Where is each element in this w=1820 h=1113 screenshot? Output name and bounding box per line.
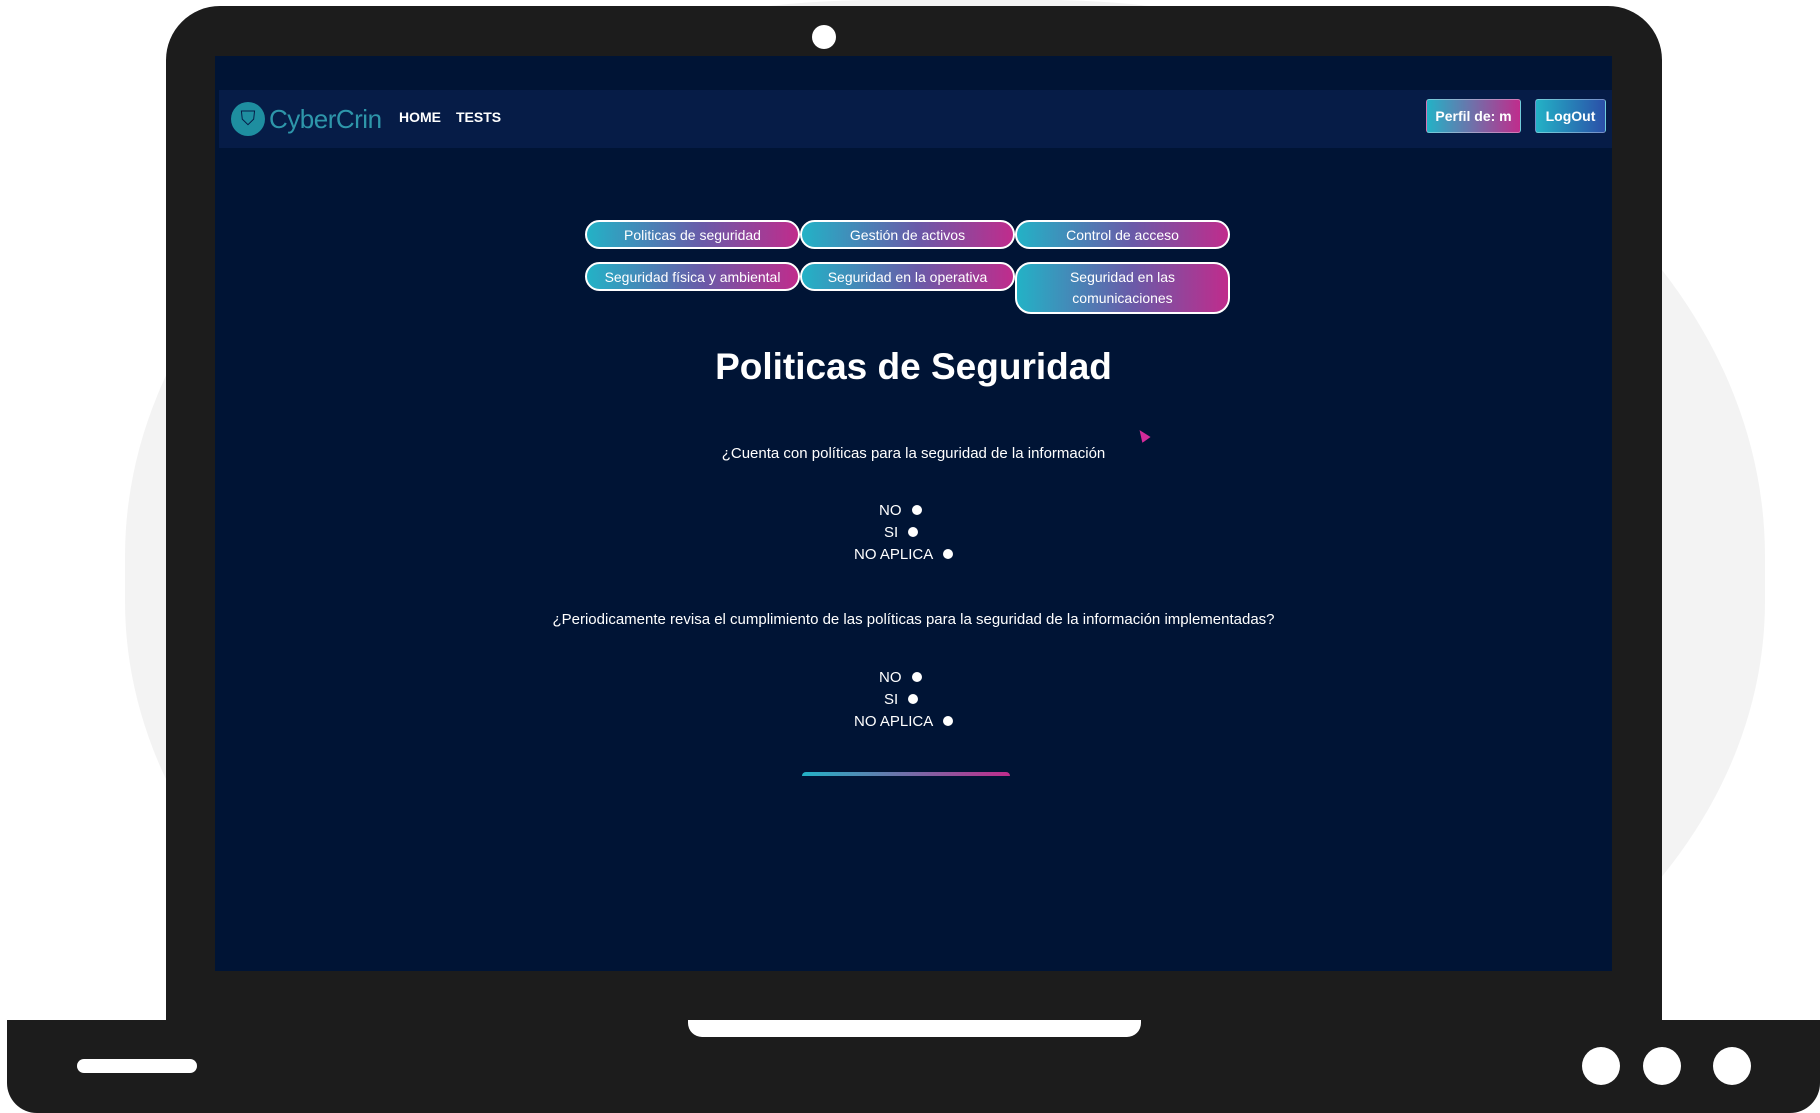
- app-screen: ⛉ CyberCrin HOME TESTS Perfil de: m LogO…: [215, 56, 1612, 971]
- laptop-slot: [77, 1059, 197, 1073]
- question-text: ¿Periodicamente revisa el cumplimiento d…: [552, 611, 1275, 628]
- radio-option[interactable]: NO: [879, 667, 922, 687]
- logo-shield-icon: ⛉: [231, 102, 265, 136]
- radio-option-label: NO: [879, 501, 902, 519]
- radio-dot-icon[interactable]: [908, 527, 919, 537]
- tab-control-de-acceso[interactable]: Control de acceso: [1015, 220, 1230, 249]
- logo[interactable]: ⛉ CyberCrin: [231, 100, 382, 138]
- tab-seguridad-fisica-y-ambiental[interactable]: Seguridad física y ambiental: [585, 262, 800, 291]
- radio-option-label: NO APLICA: [854, 712, 934, 730]
- navbar: ⛉ CyberCrin HOME TESTS Perfil de: m LogO…: [219, 90, 1612, 148]
- page-title: Politicas de Seguridad: [715, 346, 1112, 387]
- radio-dot-icon[interactable]: [943, 549, 954, 559]
- radio-dot-icon[interactable]: [911, 505, 922, 515]
- radio-option[interactable]: SI: [884, 689, 919, 709]
- logo-text: CyberCrin: [269, 103, 382, 134]
- radio-dot-icon[interactable]: [911, 672, 922, 682]
- nav-tests-link[interactable]: TESTS: [456, 109, 501, 125]
- laptop-hinge-notch: [688, 1020, 1141, 1037]
- tab-gestion-de-activos[interactable]: Gestión de activos: [800, 220, 1015, 249]
- question-text: ¿Cuenta con políticas para la seguridad …: [721, 445, 1106, 462]
- nav-home-link[interactable]: HOME: [399, 109, 441, 125]
- submit-button[interactable]: [802, 772, 1010, 776]
- profile-button[interactable]: Perfil de: m: [1426, 99, 1521, 133]
- tab-seguridad-en-la-operativa[interactable]: Seguridad en la operativa: [800, 262, 1015, 291]
- tab-seguridad-en-las-comunicaciones[interactable]: Seguridad en las comunicaciones: [1015, 262, 1230, 314]
- radio-option[interactable]: NO: [879, 500, 922, 520]
- mouse-cursor-icon: [1135, 427, 1151, 443]
- tab-politicas-de-seguridad[interactable]: Politicas de seguridad: [585, 220, 800, 249]
- radio-dot-icon[interactable]: [943, 716, 954, 726]
- radio-option[interactable]: NO APLICA: [854, 711, 954, 731]
- logout-button[interactable]: LogOut: [1535, 99, 1606, 133]
- camera-icon: [812, 25, 836, 49]
- radio-option-label: NO: [879, 668, 902, 686]
- radio-option[interactable]: SI: [884, 522, 919, 542]
- laptop-indicator-dot: [1582, 1047, 1620, 1085]
- radio-option-label: SI: [884, 690, 899, 708]
- radio-option[interactable]: NO APLICA: [854, 544, 954, 564]
- laptop-indicator-dot: [1643, 1047, 1681, 1085]
- radio-option-label: NO APLICA: [854, 545, 934, 563]
- radio-dot-icon[interactable]: [908, 694, 919, 704]
- laptop-indicator-dot: [1713, 1047, 1751, 1085]
- radio-option-label: SI: [884, 523, 899, 541]
